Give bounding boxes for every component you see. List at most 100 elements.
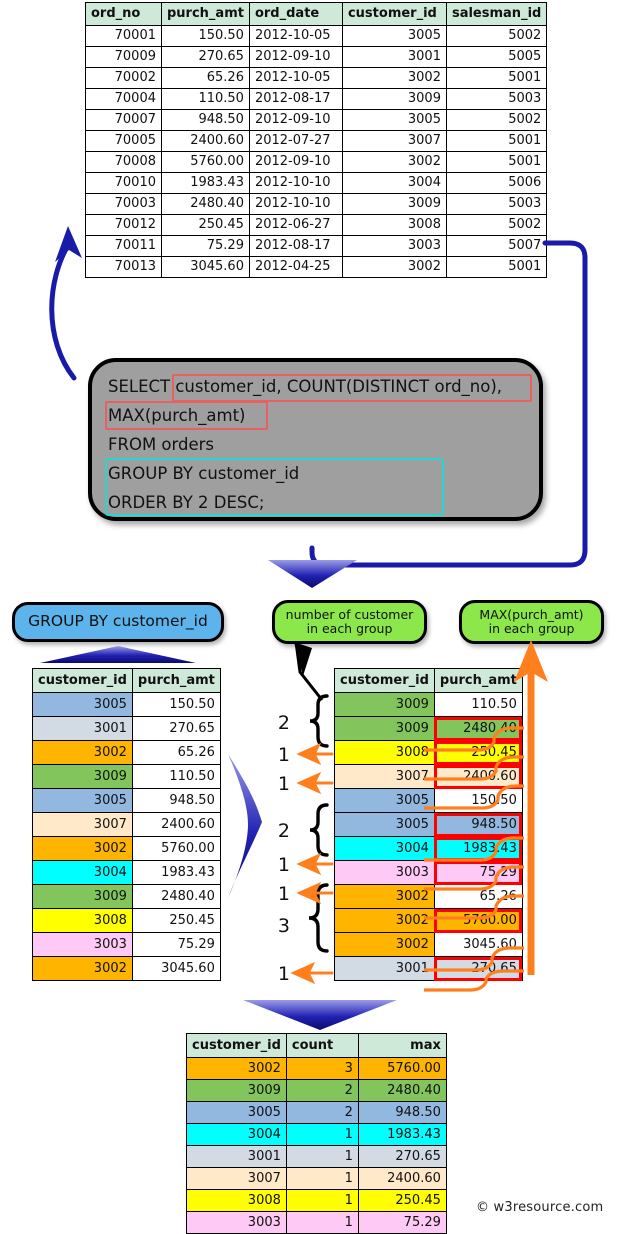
group-count-value: 2 xyxy=(277,820,290,842)
final-cell-max: 2480.40 xyxy=(357,1079,447,1102)
table-row: 3002 65.26 xyxy=(334,884,523,909)
final-cell-count: 2 xyxy=(285,1079,359,1102)
left-cell-purch-amt: 2400.60 xyxy=(131,812,221,837)
mid-cell-purch-amt-max: 948.50 xyxy=(433,812,523,837)
table-row: 3004 1983.43 xyxy=(32,860,221,885)
orders-cell-customer_id: 3004 xyxy=(341,172,447,194)
final-cell-customer-id: 3003 xyxy=(186,1211,287,1234)
table-row: 3007 2400.60 xyxy=(32,812,221,837)
sql-line-max: MAX(purch_amt) xyxy=(108,406,246,425)
mid-cell-purch-amt: 65.26 xyxy=(433,884,523,909)
label-group-by-text: GROUP BY customer_id xyxy=(28,612,208,631)
left-col-customer-id: customer_id xyxy=(32,668,133,693)
table-row: 3009 110.50 xyxy=(32,764,221,789)
left-cell-purch-amt: 948.50 xyxy=(131,788,221,813)
final-header-row: customer_id count max xyxy=(186,1033,447,1058)
table-row: 3005 150.50 xyxy=(334,788,523,813)
orders-col-ord-no: ord_no xyxy=(85,2,162,26)
table-row: 70009 270.65 2012-09-10 3001 5005 xyxy=(85,46,548,68)
orders-cell-ord_date: 2012-07-27 xyxy=(248,130,343,152)
arrow-count-3001 xyxy=(290,961,334,985)
orders-cell-salesman_id: 5003 xyxy=(445,193,548,215)
sql-query-text: SELECT customer_id, COUNT(DISTINCT ord_n… xyxy=(108,372,502,517)
orders-col-ord-date: ord_date xyxy=(248,2,343,26)
watermark: © w3resource.com xyxy=(476,1200,604,1215)
left-cell-customer-id: 3004 xyxy=(32,860,133,885)
orders-cell-purch_amt: 270.65 xyxy=(161,46,250,68)
table-row: 70008 5760.00 2012-09-10 3002 5001 xyxy=(85,151,548,173)
orders-cell-ord_no: 70008 xyxy=(85,151,162,173)
label-max-callout: MAX(purch_amt) in each group xyxy=(459,600,604,644)
final-cell-customer-id: 3002 xyxy=(186,1057,287,1080)
table-row: 3005 150.50 xyxy=(32,692,221,717)
mid-col-customer-id: customer_id xyxy=(334,668,435,693)
table-row: 3005 2 948.50 xyxy=(186,1101,447,1124)
mid-cell-purch-amt-max: 75.29 xyxy=(433,860,523,885)
final-cell-max: 948.50 xyxy=(357,1101,447,1124)
orders-cell-ord_date: 2012-09-10 xyxy=(248,109,343,131)
final-cell-max: 2400.60 xyxy=(357,1167,447,1190)
table-row: 3002 3045.60 xyxy=(334,932,523,957)
mid-col-purch-amt: purch_amt xyxy=(433,668,523,693)
orders-cell-salesman_id: 5006 xyxy=(445,172,548,194)
brace-group-3009 xyxy=(309,694,329,748)
orders-cell-salesman_id: 5005 xyxy=(445,46,548,68)
mid-cell-customer-id: 3004 xyxy=(334,836,435,861)
table-row: 3008 250.45 xyxy=(334,740,523,765)
final-cell-customer-id: 3005 xyxy=(186,1101,287,1124)
sql-line-from: FROM orders xyxy=(108,435,215,454)
orders-cell-purch_amt: 948.50 xyxy=(161,109,250,131)
final-cell-customer-id: 3008 xyxy=(186,1189,287,1212)
group-count-value: 1 xyxy=(277,854,290,876)
group-count-value: 1 xyxy=(277,963,290,985)
table-row: 3009 2480.40 xyxy=(334,716,523,741)
orders-cell-salesman_id: 5001 xyxy=(445,67,548,89)
left-cell-customer-id: 3008 xyxy=(32,908,133,933)
table-row: 3007 2400.60 xyxy=(334,764,523,789)
mid-cell-customer-id: 3005 xyxy=(334,788,435,813)
mid-cell-customer-id: 3007 xyxy=(334,764,435,789)
orders-cell-purch_amt: 65.26 xyxy=(161,67,250,89)
table-row: 70005 2400.60 2012-07-27 3007 5001 xyxy=(85,130,548,152)
left-cell-customer-id: 3005 xyxy=(32,692,133,717)
table-row: 3001 270.65 xyxy=(334,956,523,981)
mid-cell-purch-amt-max: 250.45 xyxy=(433,740,523,765)
table-row: 3003 75.29 xyxy=(334,860,523,885)
orders-cell-purch_amt: 250.45 xyxy=(161,214,250,236)
orders-cell-customer_id: 3007 xyxy=(341,130,447,152)
mid-cell-customer-id: 3009 xyxy=(334,716,435,741)
orders-cell-ord_no: 70001 xyxy=(85,25,162,47)
final-result-table: customer_id count max 3002 3 5760.00 3009 2 2… xyxy=(186,1033,447,1234)
left-cell-customer-id: 3002 xyxy=(32,956,133,981)
table-row: 3004 1983.43 xyxy=(334,836,523,861)
arrow-sql-to-orders xyxy=(49,226,82,381)
sql-query-box: SELECT customer_id, COUNT(DISTINCT ord_n… xyxy=(88,358,543,521)
table-row: 70010 1983.43 2012-10-10 3004 5006 xyxy=(85,172,548,194)
orders-cell-customer_id: 3003 xyxy=(341,235,447,257)
left-cell-purch-amt: 270.65 xyxy=(131,716,221,741)
orders-cell-ord_no: 70012 xyxy=(85,214,162,236)
orders-cell-purch_amt: 1983.43 xyxy=(161,172,250,194)
final-cell-customer-id: 3007 xyxy=(186,1167,287,1190)
final-cell-max: 1983.43 xyxy=(357,1123,447,1146)
orders-cell-customer_id: 3005 xyxy=(341,109,447,131)
orders-cell-ord_no: 70013 xyxy=(85,256,162,278)
orders-cell-customer_id: 3001 xyxy=(341,46,447,68)
final-cell-count: 3 xyxy=(285,1057,359,1080)
group-count-value: 1 xyxy=(277,744,290,766)
orders-cell-ord_no: 70005 xyxy=(85,130,162,152)
table-row: 3002 65.26 xyxy=(32,740,221,765)
left-cell-customer-id: 3009 xyxy=(32,764,133,789)
final-col-customer-id: customer_id xyxy=(186,1033,287,1058)
table-row: 3008 250.45 xyxy=(32,908,221,933)
orders-cell-purch_amt: 2480.40 xyxy=(161,193,250,215)
sql-line-groupby: GROUP BY customer_id xyxy=(108,464,300,483)
table-row: 3002 3 5760.00 xyxy=(186,1057,447,1080)
table-row: 3007 1 2400.60 xyxy=(186,1167,447,1190)
orders-col-customer-id: customer_id xyxy=(341,2,447,26)
orders-header-row: ord_no purch_amt ord_date customer_id sa… xyxy=(85,2,548,26)
orders-cell-salesman_id: 5007 xyxy=(445,235,548,257)
table-row: 70007 948.50 2012-09-10 3005 5002 xyxy=(85,109,548,131)
left-cell-customer-id: 3003 xyxy=(32,932,133,957)
diagram-canvas: ord_no purch_amt ord_date customer_id sa… xyxy=(0,0,618,1234)
